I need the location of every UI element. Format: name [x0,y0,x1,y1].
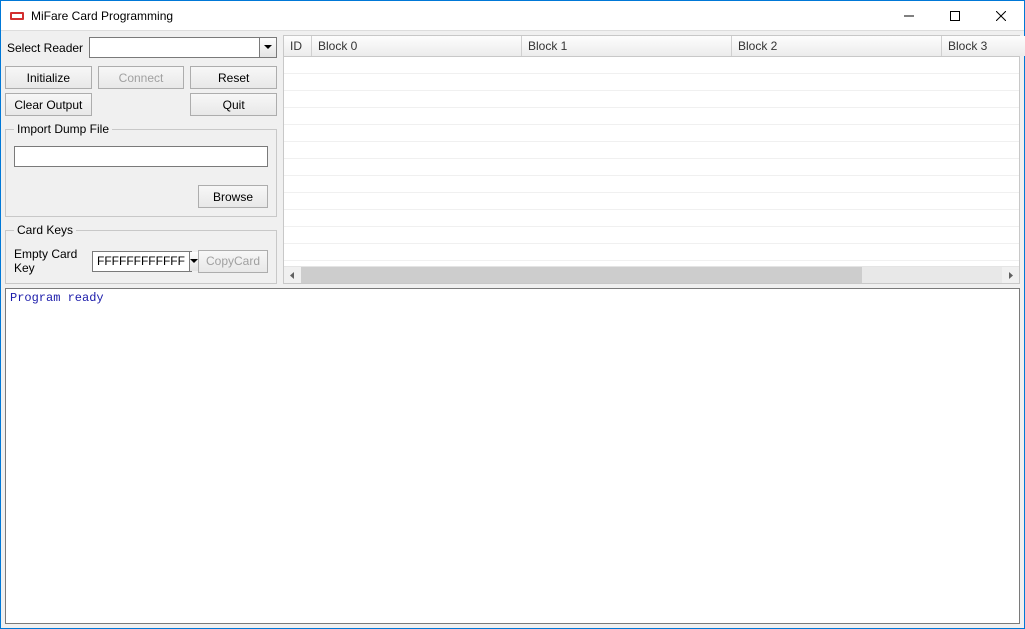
button-row-2: Clear Output Quit [5,93,277,116]
quit-button[interactable]: Quit [190,93,277,116]
table-row [284,74,1019,91]
grid-column-header[interactable]: Block 3 [942,36,1025,56]
copycard-button[interactable]: CopyCard [198,250,268,273]
reader-row: Select Reader [5,35,277,62]
grid-column-header[interactable]: Block 2 [732,36,942,56]
empty-card-key-label: Empty Card Key [14,247,86,275]
import-dump-legend: Import Dump File [14,122,112,136]
app-icon [9,8,25,24]
table-row [284,108,1019,125]
connect-button[interactable]: Connect [98,66,185,89]
chevron-down-icon [259,38,276,57]
initialize-button[interactable]: Initialize [5,66,92,89]
minimize-button[interactable] [886,1,932,30]
reset-button[interactable]: Reset [190,66,277,89]
chevron-down-icon [189,252,198,271]
table-row [284,91,1019,108]
scrollbar-thumb[interactable] [301,267,862,283]
maximize-button[interactable] [932,1,978,30]
table-row [284,244,1019,261]
select-reader-label: Select Reader [7,41,83,55]
clear-output-button[interactable]: Clear Output [5,93,92,116]
empty-card-key-value: FFFFFFFFFFFF [93,254,189,268]
table-row [284,142,1019,159]
output-log[interactable]: Program ready [5,288,1020,624]
left-panel: Select Reader Initialize Connect Reset C… [5,35,277,284]
import-dump-group: Import Dump File Browse [5,122,277,217]
card-keys-legend: Card Keys [14,223,76,237]
grid-header: IDBlock 0Block 1Block 2Block 3 [284,36,1019,57]
grid-column-header[interactable]: ID [284,36,312,56]
empty-card-key-combo[interactable]: FFFFFFFFFFFF [92,251,192,272]
client-area: Select Reader Initialize Connect Reset C… [1,31,1024,628]
data-grid: IDBlock 0Block 1Block 2Block 3 [283,35,1020,284]
card-keys-group: Card Keys Empty Card Key FFFFFFFFFFFF Co… [5,223,277,284]
table-row [284,261,1019,266]
table-row [284,159,1019,176]
grid-body[interactable] [284,57,1019,266]
grid-column-header[interactable]: Block 0 [312,36,522,56]
reader-combo[interactable] [89,37,277,58]
scroll-left-icon[interactable] [284,267,301,284]
grid-column-header[interactable]: Block 1 [522,36,732,56]
table-row [284,227,1019,244]
upper-pane: Select Reader Initialize Connect Reset C… [5,35,1020,284]
import-path-input[interactable] [14,146,268,167]
button-row-1: Initialize Connect Reset [5,66,277,89]
scrollbar-track[interactable] [301,267,1002,283]
titlebar: MiFare Card Programming [1,1,1024,31]
table-row [284,125,1019,142]
table-row [284,57,1019,74]
window-controls [886,1,1024,30]
browse-button[interactable]: Browse [198,185,268,208]
app-window: MiFare Card Programming Select Reader [0,0,1025,629]
close-button[interactable] [978,1,1024,30]
table-row [284,193,1019,210]
horizontal-scrollbar[interactable] [284,266,1019,283]
scroll-right-icon[interactable] [1002,267,1019,284]
table-row [284,210,1019,227]
table-row [284,176,1019,193]
window-title: MiFare Card Programming [31,9,173,23]
